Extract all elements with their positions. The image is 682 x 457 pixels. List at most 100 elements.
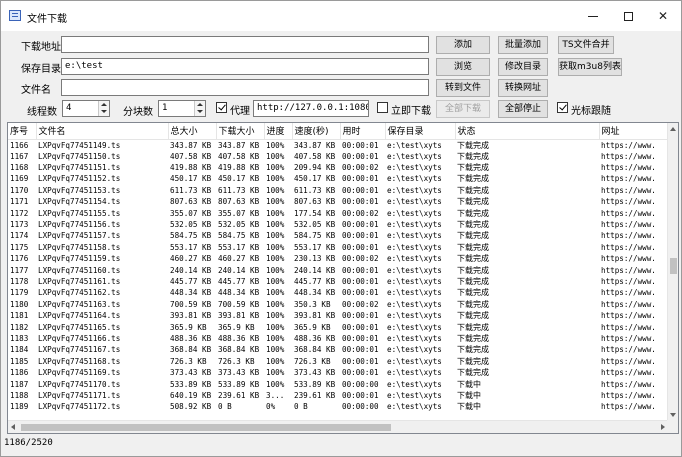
scroll-left-icon[interactable]	[11, 424, 15, 430]
table-cell: 584.75 KB	[294, 231, 336, 241]
column-header[interactable]: 进度	[264, 123, 293, 140]
table-row[interactable]: 1178 LXPqvFq77451161.ts 445.77 KB 445.77 KB…	[8, 276, 668, 287]
table-row[interactable]: 1177 LXPqvFq77451160.ts 240.14 KB 240.14 KB…	[8, 264, 668, 275]
table-row[interactable]: 1168 LXPqvFq77451151.ts 419.88 KB 419.88 KB…	[8, 162, 668, 173]
table-cell: 下载完成	[457, 311, 489, 321]
table-cell: 00:00:01	[342, 311, 379, 321]
chunks-spin-arrows-icon[interactable]	[194, 101, 205, 116]
table-cell: 100%	[266, 242, 285, 252]
table-cell: 1181	[10, 311, 29, 321]
filename-input[interactable]	[61, 79, 429, 96]
scroll-right-icon[interactable]	[661, 424, 665, 430]
table-row[interactable]: 1183 LXPqvFq77451166.ts 488.36 KB 488.36 KB…	[8, 333, 668, 344]
threads-spinner[interactable]: 4	[62, 100, 110, 117]
column-header[interactable]: 文件名	[36, 123, 169, 140]
table-cell: 343.87 KB	[218, 140, 260, 150]
table-cell: https://www.	[601, 220, 656, 230]
table-row[interactable]: 1186 LXPqvFq77451169.ts 373.43 KB 373.43 KB…	[8, 367, 668, 378]
url-input[interactable]	[61, 36, 429, 53]
table-cell: e:\test\xyts	[387, 333, 442, 343]
table-cell: e:\test\xyts	[387, 140, 442, 150]
table-cell: 1189	[10, 402, 29, 412]
vertical-scroll-thumb[interactable]	[670, 258, 677, 274]
table-row[interactable]: 1175 LXPqvFq77451158.ts 553.17 KB 553.17 KB…	[8, 242, 668, 253]
vertical-scrollbar[interactable]	[667, 123, 678, 421]
save-dir-input[interactable]: e:\test	[61, 58, 429, 75]
table-cell: e:\test\xyts	[387, 299, 442, 309]
immediate-download-checkbox[interactable]	[377, 102, 388, 113]
proxy-checkbox[interactable]	[216, 102, 227, 113]
table-cell: 00:00:00	[342, 379, 379, 389]
column-header[interactable]: 网址	[599, 123, 669, 140]
table-row[interactable]: 1184 LXPqvFq77451167.ts 368.84 KB 368.84 KB…	[8, 344, 668, 355]
download-list[interactable]: 序号 文件名 总大小 下载大小 进度 速度(秒) 用时 保存目录 状态 网址 1166 LXPqvF…	[7, 122, 679, 434]
column-header[interactable]: 下载大小	[216, 123, 265, 140]
table-cell: 450.17 KB	[170, 174, 212, 184]
table-row[interactable]: 1187 LXPqvFq77451170.ts 533.89 KB 533.89 KB…	[8, 378, 668, 389]
chunks-spinner[interactable]: 1	[158, 100, 206, 117]
horizontal-scroll-thumb[interactable]	[21, 424, 391, 431]
table-row[interactable]: 1188 LXPqvFq77451171.ts 640.19 KB 239.61 KB…	[8, 390, 668, 401]
table-cell: https://www.	[601, 276, 656, 286]
add-button[interactable]: 添加	[436, 36, 490, 54]
table-row[interactable]: 1170 LXPqvFq77451153.ts 611.73 KB 611.73 KB…	[8, 185, 668, 196]
table-cell: LXPqvFq77451165.ts	[38, 322, 121, 332]
table-row[interactable]: 1181 LXPqvFq77451164.ts 393.81 KB 393.81 KB…	[8, 310, 668, 321]
table-cell: e:\test\xyts	[387, 390, 442, 400]
table-row[interactable]: 1180 LXPqvFq77451163.ts 700.59 KB 700.59 KB…	[8, 299, 668, 310]
table-row[interactable]: 1173 LXPqvFq77451156.ts 532.05 KB 532.05 KB…	[8, 219, 668, 230]
get-m3u8-list-button[interactable]: 获取m3u8列表	[558, 58, 622, 76]
column-header[interactable]: 速度(秒)	[292, 123, 341, 140]
download-all-button[interactable]: 全部下载	[436, 100, 490, 118]
threads-spin-arrows-icon[interactable]	[98, 101, 109, 116]
table-cell: 807.63 KB	[218, 197, 260, 207]
column-header[interactable]: 序号	[8, 123, 37, 140]
scroll-down-icon[interactable]	[670, 413, 676, 417]
table-cell: e:\test\xyts	[387, 220, 442, 230]
go-to-file-button[interactable]: 转到文件	[436, 79, 490, 97]
column-header[interactable]: 总大小	[168, 123, 217, 140]
convert-url-button[interactable]: 转换网址	[498, 79, 548, 97]
table-row[interactable]: 1169 LXPqvFq77451152.ts 450.17 KB 450.17 KB…	[8, 173, 668, 184]
table-row[interactable]: 1182 LXPqvFq77451165.ts 365.9 KB 365.9 KB 10…	[8, 321, 668, 332]
table-cell: 1178	[10, 276, 29, 286]
table-cell: 373.43 KB	[218, 368, 260, 378]
table-cell: 100%	[266, 151, 285, 161]
minimize-icon	[588, 16, 598, 17]
ts-merge-button[interactable]: TS文件合并	[558, 36, 614, 54]
table-cell: 100%	[266, 311, 285, 321]
follow-cursor-checkbox[interactable]	[557, 102, 568, 113]
table-cell: e:\test\xyts	[387, 322, 442, 332]
table-row[interactable]: 1171 LXPqvFq77451154.ts 807.63 KB 807.63 KB…	[8, 196, 668, 207]
proxy-input[interactable]: http://127.0.0.1:1080	[253, 100, 369, 117]
browse-button[interactable]: 浏览	[436, 58, 490, 76]
table-cell: 726.3 KB	[170, 356, 207, 366]
table-cell: 00:00:01	[342, 197, 379, 207]
title-bar[interactable]: 文件下载 ✕	[1, 1, 681, 31]
table-cell: 100%	[266, 356, 285, 366]
table-row[interactable]: 1174 LXPqvFq77451157.ts 584.75 KB 584.75 KB…	[8, 230, 668, 241]
table-row[interactable]: 1179 LXPqvFq77451162.ts 448.34 KB 448.34 KB…	[8, 287, 668, 298]
horizontal-scrollbar[interactable]	[8, 420, 668, 433]
table-row[interactable]: 1176 LXPqvFq77451159.ts 460.27 KB 460.27 KB…	[8, 253, 668, 264]
stop-all-button[interactable]: 全部停止	[498, 100, 548, 118]
close-button[interactable]: ✕	[641, 1, 682, 31]
column-header[interactable]: 用时	[340, 123, 386, 140]
table-cell: 1179	[10, 288, 29, 298]
table-cell: 下载完成	[457, 242, 489, 252]
table-row[interactable]: 1189 LXPqvFq77451172.ts 508.92 KB 0 B 0% 0 B 0…	[8, 401, 668, 412]
column-header[interactable]: 状态	[455, 123, 600, 140]
table-cell: e:\test\xyts	[387, 231, 442, 241]
table-cell: 1183	[10, 333, 29, 343]
column-header[interactable]: 保存目录	[385, 123, 456, 140]
batch-add-button[interactable]: 批量添加	[498, 36, 548, 54]
table-row[interactable]: 1166 LXPqvFq7745114​9.ts 343.87 KB 343.87 K…	[8, 139, 668, 151]
modify-dir-button[interactable]: 修改目录	[498, 58, 548, 76]
table-cell: 下载完成	[457, 265, 489, 275]
table-row[interactable]: 1167 LXPqvFq77451150.ts 407.58 KB 407.58 KB…	[8, 151, 668, 162]
table-cell: 445.77 KB	[170, 276, 212, 286]
table-row[interactable]: 1185 LXPqvFq77451168.ts 726.3 KB 726.3 KB 10…	[8, 356, 668, 367]
scroll-up-icon[interactable]	[670, 127, 676, 131]
table-row[interactable]: 1172 LXPqvFq77451155.ts 355.07 KB 355.07 KB…	[8, 207, 668, 218]
table-cell: 100%	[266, 208, 285, 218]
